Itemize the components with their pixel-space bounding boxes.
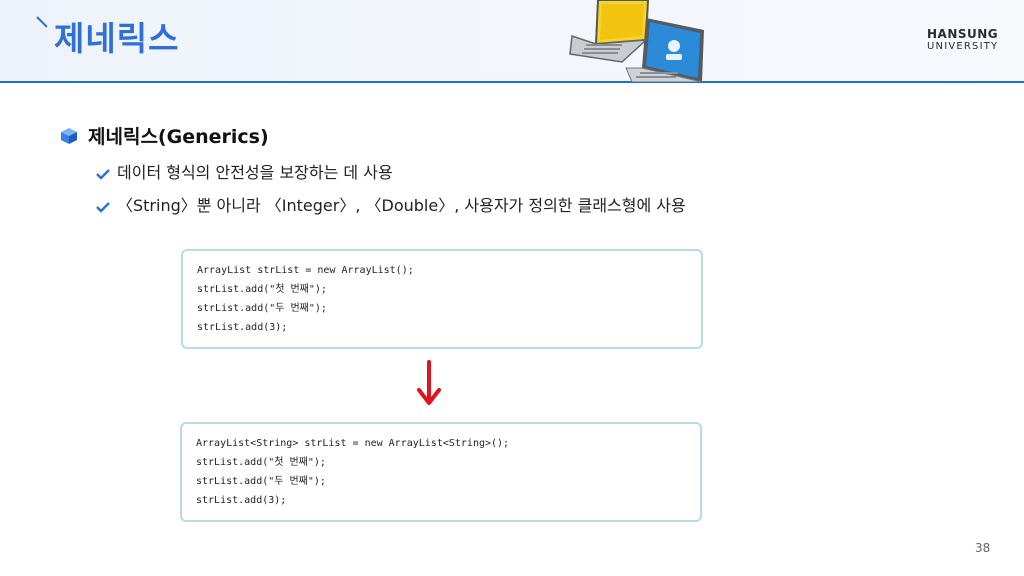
code-line: strList.add("두 번째"); — [196, 476, 326, 487]
page-number: 38 — [975, 541, 991, 555]
code-line: strList.add("첫 번째"); — [196, 457, 326, 468]
logo-line2: UNIVERSITY — [927, 41, 999, 52]
code-line: strList.add(3); — [196, 495, 287, 506]
bullet-item: 데이터 형식의 안전성을 보장하는 데 사용 — [117, 163, 393, 182]
yellow-laptop-icon — [569, 0, 650, 63]
code-block-before: ArrayList strList = new ArrayList(); str… — [181, 249, 703, 349]
code-line: strList.add(3); — [197, 322, 288, 333]
code-line: ArrayList strList = new ArrayList(); — [197, 265, 414, 276]
section-heading: 제네릭스(Generics) — [88, 126, 269, 148]
slide-title: 제네릭스 — [54, 19, 180, 58]
check-icon — [96, 169, 110, 180]
code-line: ArrayList<String> strList = new ArrayLis… — [196, 438, 510, 449]
bullet-item: 〈String〉뿐 아니라 〈Integer〉, 〈Double〉, 사용자가 … — [117, 196, 686, 215]
code-line: strList.add("첫 번째"); — [197, 284, 327, 295]
logo-line1: HANSUNG — [927, 27, 999, 41]
down-arrow-icon — [417, 360, 441, 405]
cube-bullet-icon — [61, 128, 77, 144]
code-block-after: ArrayList<String> strList = new ArrayLis… — [180, 422, 702, 522]
check-icon — [96, 202, 110, 213]
header-divider — [0, 81, 1024, 83]
laptops-illustration — [569, 0, 704, 82]
university-logo: HANSUNG UNIVERSITY — [927, 28, 998, 53]
code-line: strList.add("두 번째"); — [197, 303, 327, 314]
